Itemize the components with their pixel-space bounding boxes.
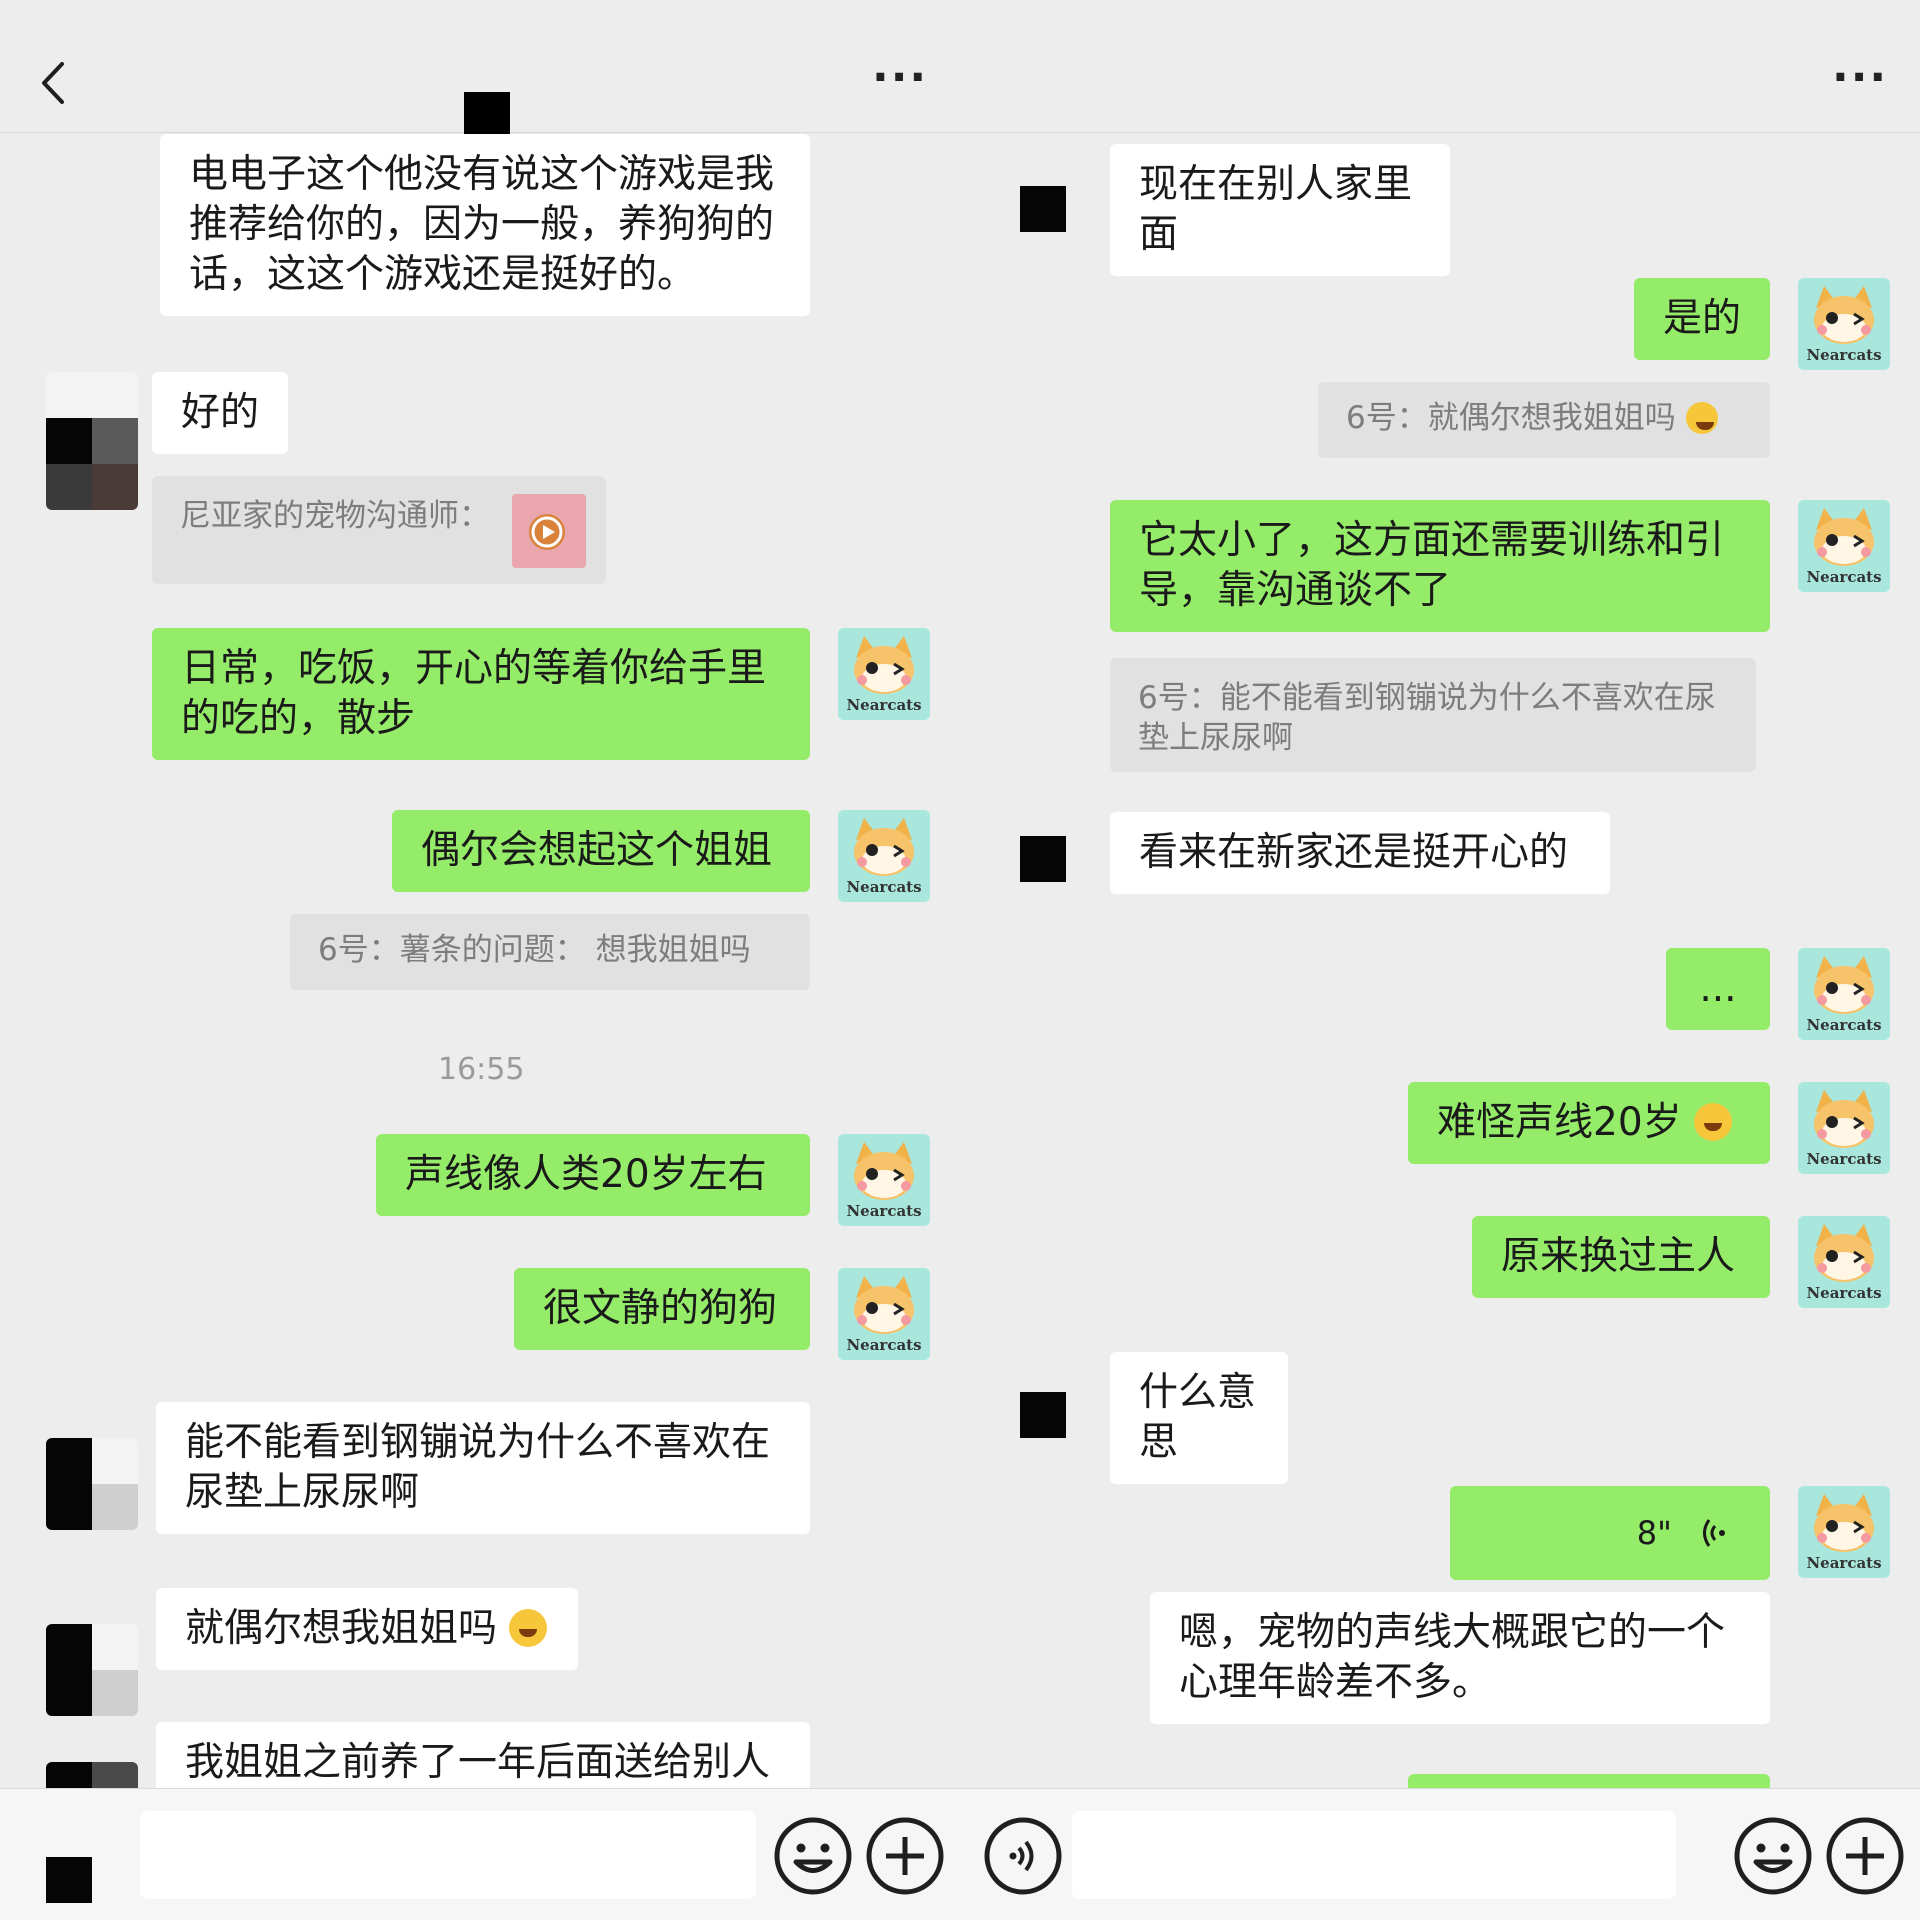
message-received[interactable]: 看来在新家还是挺开心的 xyxy=(1110,812,1610,894)
nearcats-avatar[interactable] xyxy=(1798,1082,1890,1174)
message-text: ... xyxy=(1699,966,1737,1011)
message-text: 嗯，宠物的声线大概跟它的一个心理年龄差不多。 xyxy=(1179,1610,1726,1705)
redacted-avatar[interactable] xyxy=(1020,836,1066,882)
message-input[interactable] xyxy=(140,1811,756,1899)
redacted-avatar[interactable] xyxy=(1020,186,1066,232)
message-text: 就偶尔想我姐姐吗 xyxy=(185,1606,498,1651)
crying-laughing-emoji-icon xyxy=(1685,402,1718,434)
message-text: 难怪声线20岁 xyxy=(1437,1100,1682,1145)
crying-laughing-emoji-icon xyxy=(509,1609,548,1647)
quoted-message[interactable]: 6号：就偶尔想我姐姐吗 xyxy=(1318,382,1770,458)
message-text: 看来在新家还是挺开心的 xyxy=(1139,830,1569,875)
message-text: 电电子这个他没有说这个游戏是我推荐给你的，因为一般，养狗狗的话，这这个游戏还是挺… xyxy=(189,152,775,297)
voice-transcription[interactable]: 嗯，宠物的声线大概跟它的一个心理年龄差不多。 xyxy=(1150,1592,1770,1724)
message-sent[interactable]: 声线像人类20岁左右 xyxy=(376,1134,810,1216)
avatar[interactable] xyxy=(46,1624,138,1716)
more-options-icon[interactable]: ··· xyxy=(1832,56,1888,100)
message-received[interactable]: 好的 xyxy=(152,372,288,454)
message-text: 它太小了，这方面还需要训练和引导，靠沟通谈不了 xyxy=(1139,518,1725,613)
message-received[interactable]: 电电子这个他没有说这个游戏是我推荐给你的，因为一般，养狗狗的话，这这个游戏还是挺… xyxy=(160,134,810,316)
nearcats-avatar[interactable] xyxy=(838,1268,930,1360)
timestamp: 16:55 xyxy=(438,1052,525,1087)
more-options-icon[interactable]: ··· xyxy=(872,56,928,100)
emoji-icon[interactable] xyxy=(772,1815,854,1897)
message-text: 偶尔会想起这个姐姐 xyxy=(421,828,773,873)
quoted-message[interactable]: 尼亚家的宠物沟通师： xyxy=(152,476,606,584)
message-text: 我姐姐之前养了一年后面送给别人 xyxy=(185,1740,771,1785)
redacted-block xyxy=(46,1857,92,1903)
emoji-icon[interactable] xyxy=(1732,1815,1814,1897)
redacted-avatar[interactable] xyxy=(1020,1392,1066,1438)
message-sent[interactable]: 是的 xyxy=(1634,278,1770,360)
avatar[interactable] xyxy=(46,372,138,510)
message-text: 现在在别人家里面 xyxy=(1139,162,1413,257)
voice-wave-icon xyxy=(1703,1519,1725,1547)
left-chat-header: ··· xyxy=(0,0,960,138)
right-input-bar xyxy=(960,1788,1920,1920)
plus-icon[interactable] xyxy=(1824,1815,1906,1897)
message-sent[interactable]: 偶尔会想起这个姐姐 xyxy=(392,810,810,892)
message-received[interactable]: 就偶尔想我姐姐吗 xyxy=(156,1588,578,1670)
nearcats-avatar[interactable] xyxy=(838,810,930,902)
message-sent[interactable]: ... xyxy=(1666,948,1770,1030)
message-text: 什么意思 xyxy=(1139,1370,1257,1465)
back-arrow-icon[interactable] xyxy=(36,58,72,108)
message-input[interactable] xyxy=(1072,1811,1676,1899)
left-chat-pane: ··· 电电子这个他没有说这个游戏是我推荐给你的，因为一般，养狗狗的话，这这个游… xyxy=(0,0,960,1920)
message-sent[interactable]: 很文静的狗狗 xyxy=(514,1268,810,1350)
avatar[interactable] xyxy=(46,1438,138,1530)
nearcats-avatar[interactable] xyxy=(838,1134,930,1226)
play-icon xyxy=(529,514,565,550)
quote-text: 6号：就偶尔想我姐姐吗 xyxy=(1346,400,1676,436)
voice-message[interactable]: 8" xyxy=(1450,1486,1770,1580)
quoted-message[interactable]: 6号：薯条的问题： 想我姐姐吗 xyxy=(290,914,810,990)
message-sent[interactable]: 难怪声线20岁 xyxy=(1408,1082,1770,1164)
message-text: 能不能看到钢镚说为什么不喜欢在尿垫上尿尿啊 xyxy=(185,1420,771,1515)
redacted-title-block xyxy=(464,92,510,138)
plus-icon[interactable] xyxy=(864,1815,946,1897)
right-chat-header: ··· xyxy=(960,0,1920,133)
quote-text: 6号：能不能看到钢镚说为什么不喜欢在尿垫上尿尿啊 xyxy=(1138,680,1716,756)
message-received[interactable]: 现在在别人家里面 xyxy=(1110,144,1450,276)
nearcats-avatar[interactable] xyxy=(1798,278,1890,370)
quoted-message[interactable]: 6号：能不能看到钢镚说为什么不喜欢在尿垫上尿尿啊 xyxy=(1110,658,1756,772)
nearcats-avatar[interactable] xyxy=(1798,500,1890,592)
quote-text: 6号：薯条的问题： 想我姐姐吗 xyxy=(318,932,751,968)
quote-text: 尼亚家的宠物沟通师： xyxy=(180,498,490,534)
nearcats-avatar[interactable] xyxy=(1798,948,1890,1040)
message-sent[interactable]: 原来换过主人 xyxy=(1472,1216,1770,1298)
nearcats-avatar[interactable] xyxy=(1798,1216,1890,1308)
voice-duration: 8" xyxy=(1636,1514,1672,1552)
message-text: 很文静的狗狗 xyxy=(543,1286,778,1331)
message-text: 原来换过主人 xyxy=(1501,1234,1736,1279)
nearcats-avatar[interactable] xyxy=(1798,1486,1890,1578)
message-sent[interactable]: 它太小了，这方面还需要训练和引导，靠沟通谈不了 xyxy=(1110,500,1770,632)
video-thumbnail[interactable] xyxy=(512,494,586,568)
right-chat-pane: ··· 现在在别人家里面 是的 6号：就偶尔想我姐姐吗 它太小了，这方面还需要训… xyxy=(960,0,1920,1920)
nearcats-avatar[interactable] xyxy=(838,628,930,720)
message-sent[interactable]: 日常，吃饭，开心的等着你给手里的吃的，散步 xyxy=(152,628,810,760)
message-text: 是的 xyxy=(1663,296,1742,341)
message-text: 声线像人类20岁左右 xyxy=(405,1152,767,1197)
message-sent-partial xyxy=(1408,1774,1770,1788)
message-received[interactable]: 能不能看到钢镚说为什么不喜欢在尿垫上尿尿啊 xyxy=(156,1402,810,1534)
left-input-bar xyxy=(0,1788,960,1920)
crying-laughing-emoji-icon xyxy=(1694,1103,1733,1141)
voice-input-icon[interactable] xyxy=(982,1815,1064,1897)
message-text: 日常，吃饭，开心的等着你给手里的吃的，散步 xyxy=(181,646,767,741)
message-received[interactable]: 什么意思 xyxy=(1110,1352,1288,1484)
message-text: 好的 xyxy=(181,390,260,435)
